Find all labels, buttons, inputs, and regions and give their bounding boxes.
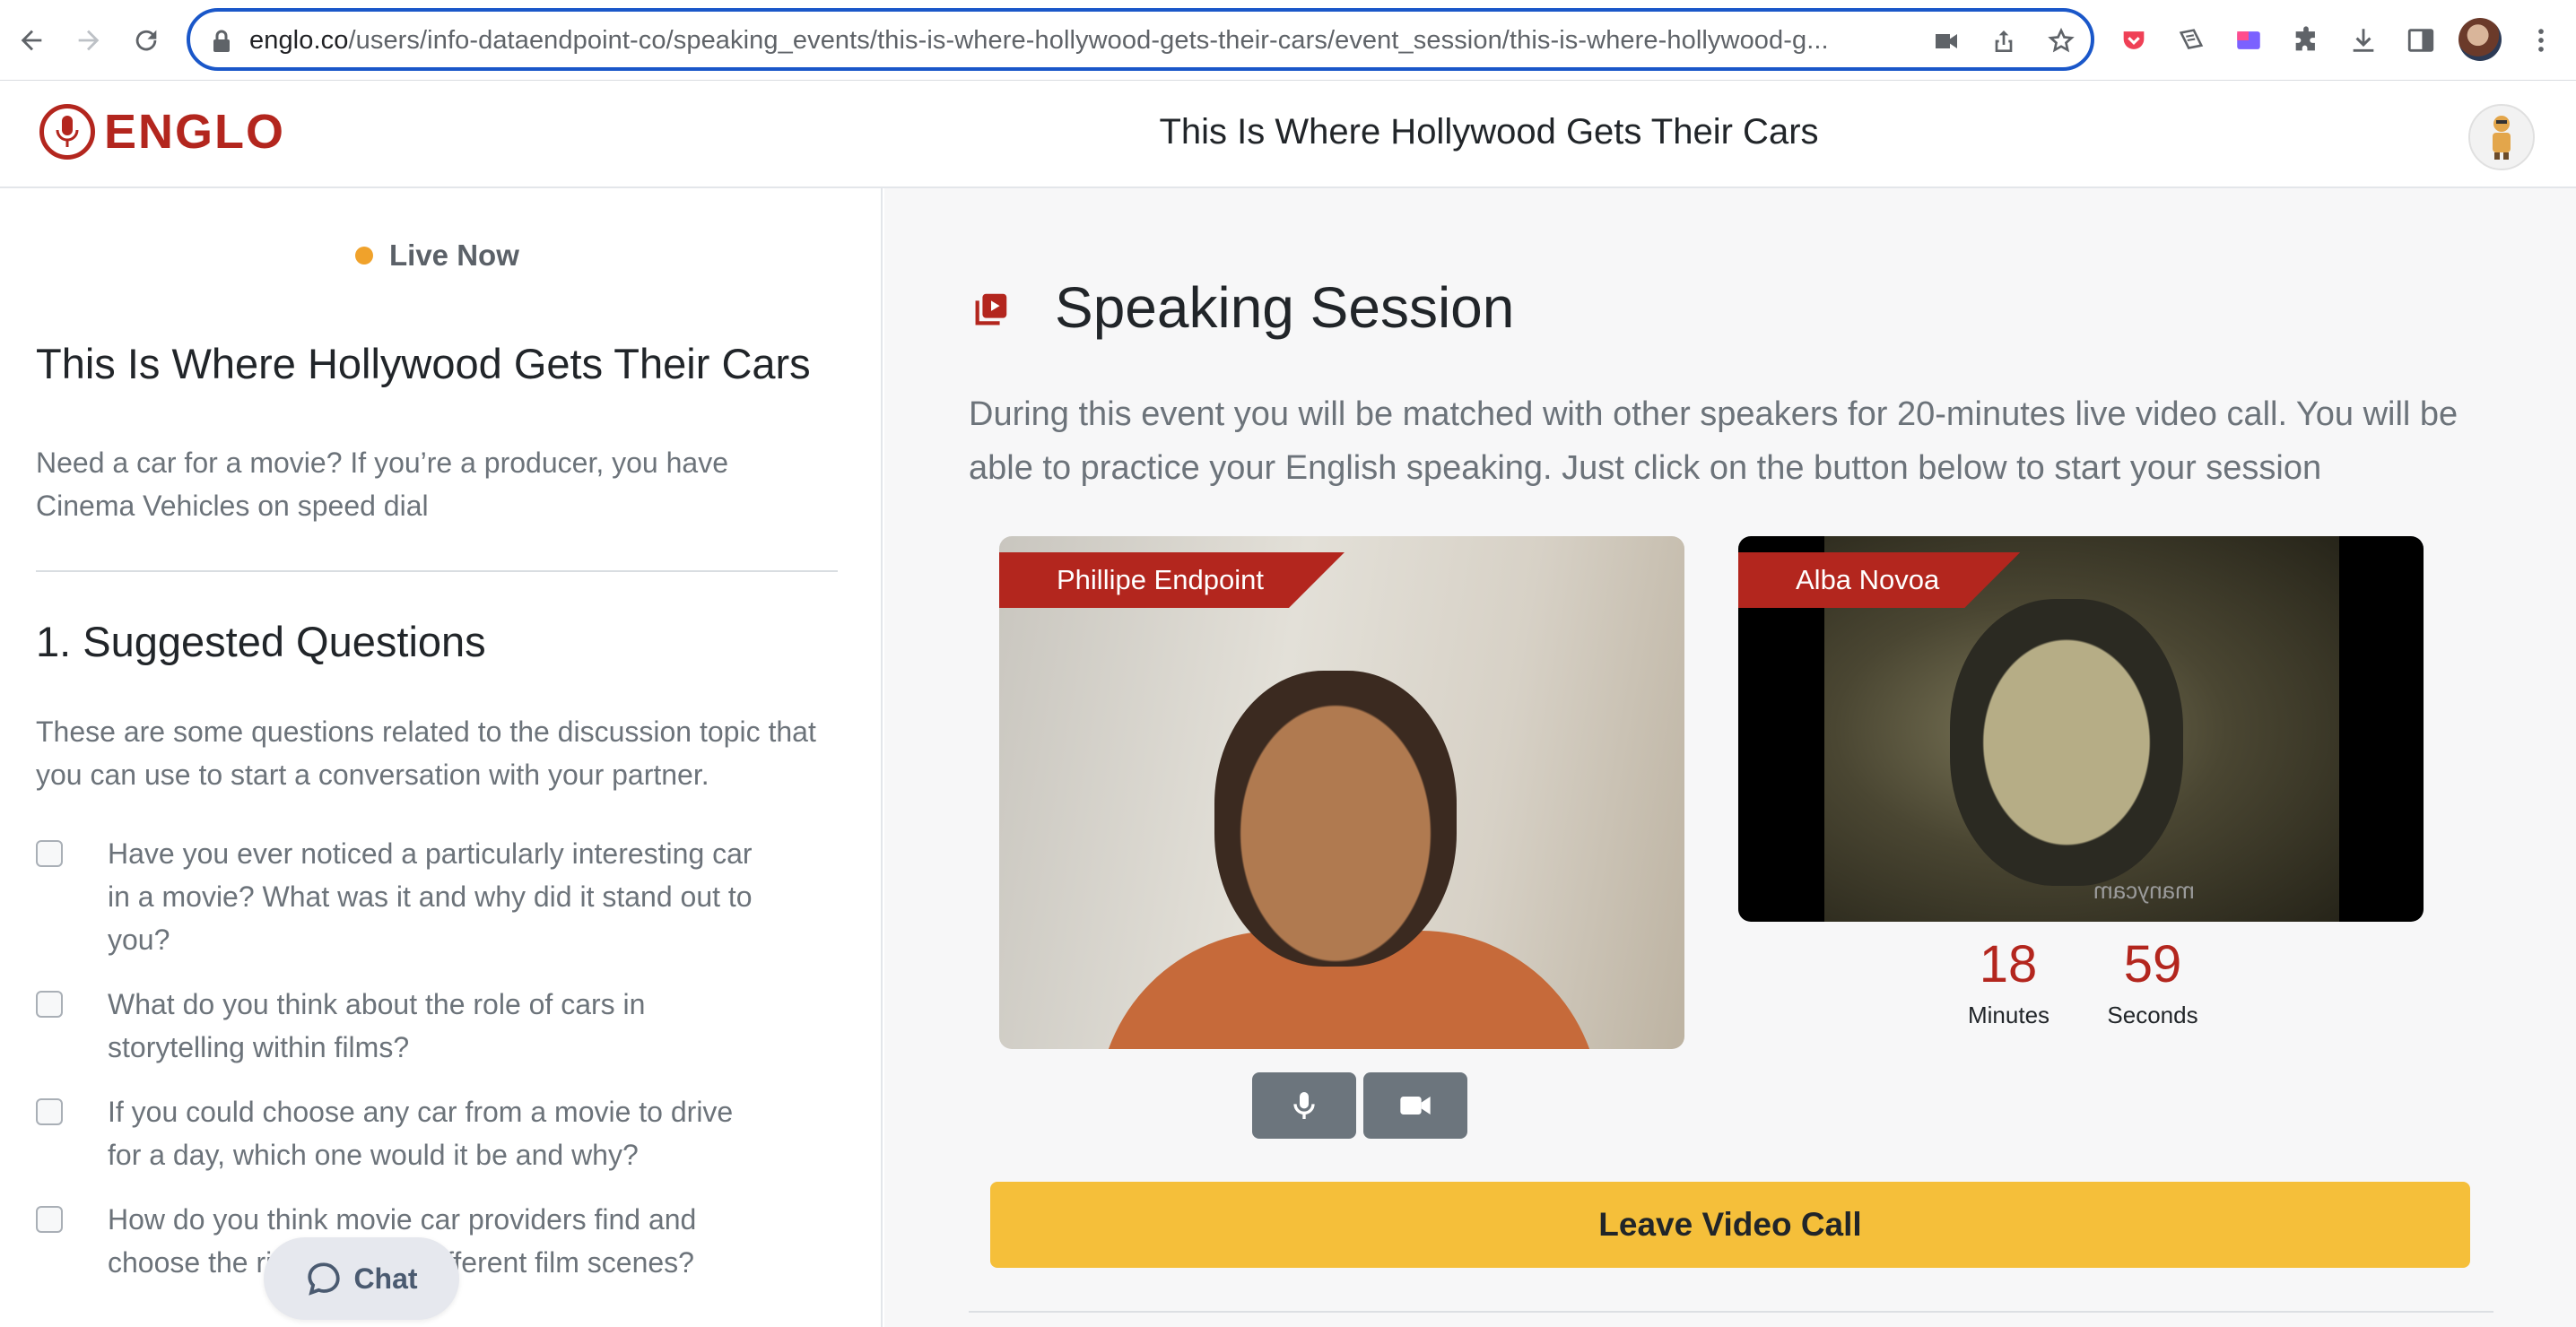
remote-video: manycam Alba Novoa bbox=[1738, 536, 2424, 922]
browser-toolbar: englo.co/users/info-dataendpoint-co/spea… bbox=[0, 0, 2576, 81]
timer-minutes-value: 18 bbox=[1979, 935, 2038, 993]
question-checkbox[interactable] bbox=[36, 991, 63, 1018]
live-status: Live Now bbox=[355, 239, 519, 273]
session-description: During this event you will be matched wi… bbox=[969, 395, 2459, 487]
chat-button[interactable]: Chat bbox=[264, 1237, 459, 1320]
topic-title: This Is Where Hollywood Gets Their Cars bbox=[36, 340, 811, 387]
timer-seconds-label: Seconds bbox=[2107, 1002, 2198, 1028]
video-watermark: manycam bbox=[2093, 877, 2195, 904]
extension-dictionary-icon[interactable] bbox=[2171, 20, 2212, 61]
reload-icon[interactable] bbox=[126, 20, 167, 61]
local-video-person-head bbox=[1214, 671, 1457, 967]
microphone-toggle-button[interactable] bbox=[1252, 1072, 1356, 1139]
topic-panel: Live Now This Is Where Hollywood Gets Th… bbox=[0, 188, 883, 1327]
lock-icon bbox=[213, 30, 230, 52]
url-domain: englo.co bbox=[249, 26, 349, 55]
divider bbox=[36, 570, 838, 572]
url-path: /users/info-dataendpoint-co/speaking_eve… bbox=[348, 26, 1829, 55]
extension-flag-icon[interactable] bbox=[2228, 20, 2269, 61]
video-play-icon bbox=[975, 293, 1007, 325]
divider bbox=[969, 1311, 2493, 1313]
video-camera-icon bbox=[1400, 1097, 1431, 1115]
timer-seconds-value: 59 bbox=[2123, 935, 2182, 993]
question-text: Have you ever noticed a particularly int… bbox=[108, 837, 753, 956]
section-intro: These are some questions related to the … bbox=[36, 716, 816, 791]
chat-label: Chat bbox=[353, 1262, 418, 1295]
section-title: 1. Suggested Questions bbox=[36, 618, 486, 665]
bookmark-star-icon[interactable] bbox=[2042, 22, 2080, 60]
question-item: What do you think about the role of cars… bbox=[36, 983, 753, 1069]
question-checkbox[interactable] bbox=[36, 1206, 63, 1233]
timer-seconds: 59 Seconds bbox=[2099, 934, 2206, 1029]
local-name-tag: Phillipe Endpoint bbox=[999, 552, 1345, 608]
session-panel: Speaking Session During this event you w… bbox=[884, 188, 2576, 1327]
timer-minutes-label: Minutes bbox=[1968, 1002, 2050, 1028]
browser-profile-avatar[interactable] bbox=[2459, 18, 2502, 61]
question-item: If you could choose any car from a movie… bbox=[36, 1090, 753, 1176]
question-checkbox[interactable] bbox=[36, 840, 63, 867]
browser-menu-icon[interactable] bbox=[2520, 20, 2562, 61]
pocket-icon[interactable] bbox=[2113, 20, 2154, 61]
extensions-puzzle-icon[interactable] bbox=[2285, 20, 2327, 61]
question-checkbox[interactable] bbox=[36, 1098, 63, 1125]
address-bar[interactable]: englo.co/users/info-dataendpoint-co/spea… bbox=[187, 8, 2094, 71]
camera-in-use-icon[interactable] bbox=[1928, 22, 1965, 60]
side-panel-icon[interactable] bbox=[2400, 20, 2441, 61]
timer-minutes: 18 Minutes bbox=[1968, 934, 2049, 1029]
topic-description: Need a car for a movie? If you’re a prod… bbox=[36, 447, 728, 522]
leave-video-call-button[interactable]: Leave Video Call bbox=[990, 1182, 2470, 1268]
url-text: englo.co/users/info-dataendpoint-co/spea… bbox=[249, 26, 1829, 56]
camera-toggle-button[interactable] bbox=[1363, 1072, 1467, 1139]
forward-icon[interactable] bbox=[68, 20, 109, 61]
microphone-icon bbox=[1293, 1092, 1315, 1119]
question-text: If you could choose any car from a movie… bbox=[108, 1096, 734, 1171]
page-title: This Is Where Hollywood Gets Their Cars bbox=[1159, 112, 1819, 152]
user-avatar[interactable] bbox=[2468, 104, 2535, 170]
question-item: Have you ever noticed a particularly int… bbox=[36, 832, 753, 961]
question-text: What do you think about the role of cars… bbox=[108, 988, 646, 1063]
remote-video-person bbox=[1950, 599, 2183, 886]
local-video: Phillipe Endpoint bbox=[999, 536, 1684, 1049]
share-icon[interactable] bbox=[1985, 22, 2023, 60]
app-header: ENGLO This Is Where Hollywood Gets Their… bbox=[0, 81, 2576, 188]
download-icon[interactable] bbox=[2343, 20, 2384, 61]
session-title: Speaking Session bbox=[1055, 275, 1515, 340]
live-dot-icon bbox=[355, 247, 373, 265]
back-icon[interactable] bbox=[11, 20, 52, 61]
chat-bubble-icon bbox=[308, 1262, 341, 1296]
live-label: Live Now bbox=[389, 239, 519, 272]
